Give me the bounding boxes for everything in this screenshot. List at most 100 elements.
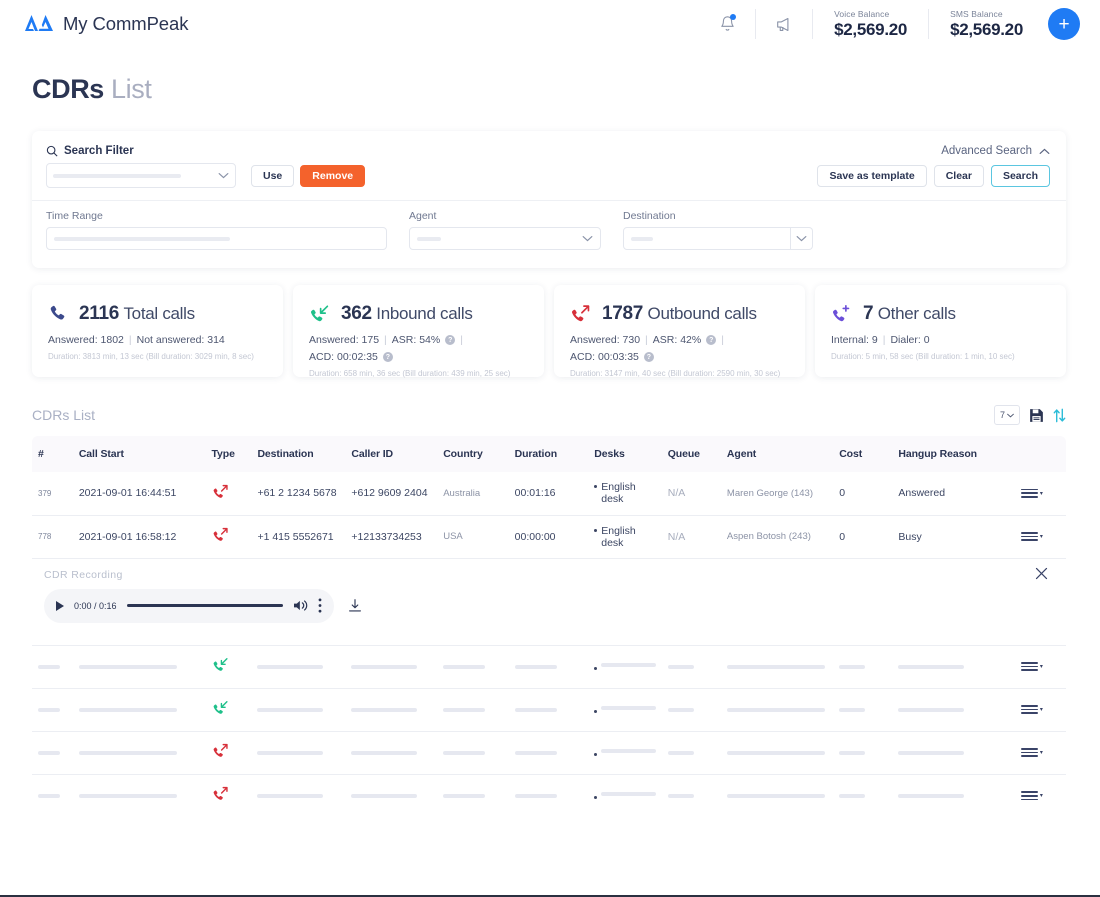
row-actions: ▾: [1015, 774, 1066, 817]
row-actions-menu-button[interactable]: ▾: [1020, 791, 1060, 801]
cdrs-table-container: # Call Start Type Destination Caller ID …: [32, 436, 1066, 817]
col-duration[interactable]: Duration: [509, 436, 589, 472]
row-call-start: 2021-09-01 16:58:12: [78, 530, 177, 543]
advanced-search-label: Advanced Search: [941, 145, 1032, 157]
outbound-call-icon: [213, 743, 228, 757]
row-actions-menu-button[interactable]: ▾: [1020, 531, 1060, 542]
row-actions-menu-button[interactable]: ▾: [1020, 661, 1060, 672]
hamburger-icon: [1020, 704, 1038, 715]
brand-logo-area[interactable]: My CommPeak: [24, 13, 188, 35]
col-index[interactable]: #: [32, 436, 73, 472]
stat-metrics: Answered: 1802 | Not answered: 314: [48, 334, 271, 346]
row-actions-menu-button[interactable]: ▾: [1020, 747, 1060, 758]
hamburger-icon: [1020, 747, 1038, 758]
table-tools: 7: [994, 405, 1066, 425]
audio-player[interactable]: 0:00 / 0:16: [44, 588, 334, 623]
cdr-recording-row: CDR Recording 0:00 / 0:16: [32, 558, 1066, 645]
row-hangup-reason: [892, 688, 1014, 731]
col-caller-id[interactable]: Caller ID: [345, 436, 437, 472]
metric-separator: |: [645, 334, 648, 346]
search-icon: [46, 145, 58, 157]
asr-help-icon[interactable]: ?: [445, 335, 456, 345]
notifications-button[interactable]: [707, 7, 747, 41]
row-actions: ▾: [1015, 472, 1066, 515]
use-template-button[interactable]: Use: [251, 164, 295, 187]
outbound-call-icon: [213, 484, 228, 498]
col-type[interactable]: Type: [206, 436, 252, 472]
agent-select[interactable]: [409, 227, 601, 250]
row-type: [206, 645, 252, 688]
more-vertical-icon[interactable]: [318, 598, 322, 613]
row-call-start: [73, 731, 206, 774]
row-cost: [833, 731, 892, 774]
template-select[interactable]: [46, 163, 236, 188]
row-duration: [509, 731, 589, 774]
time-range-input[interactable]: [46, 227, 387, 250]
caret-down-icon: ▾: [1039, 793, 1043, 800]
col-actions: [1015, 436, 1066, 472]
stat-metrics: Answered: 175 | ASR: 54% ? | ACD: 00:02:…: [309, 334, 532, 363]
add-funds-button[interactable]: +: [1048, 8, 1080, 40]
save-view-button[interactable]: [1029, 408, 1044, 423]
table-row-loading: ▾: [32, 774, 1066, 817]
row-actions-menu-button[interactable]: ▾: [1020, 704, 1060, 715]
col-agent[interactable]: Agent: [721, 436, 833, 472]
col-cost[interactable]: Cost: [833, 436, 892, 472]
acd-help-icon[interactable]: ?: [382, 352, 393, 362]
destination-input[interactable]: [623, 227, 791, 250]
search-filter-fields-row: Time Range Agent Destination: [32, 201, 1066, 250]
search-filter-header: Search Filter Advanced Search: [32, 131, 1066, 157]
col-country[interactable]: Country: [437, 436, 508, 472]
row-call-start: [73, 774, 206, 817]
row-desk-name: English desk: [601, 524, 636, 549]
audio-progress-bar[interactable]: [126, 604, 283, 607]
remove-template-button[interactable]: Remove: [300, 164, 366, 187]
row-hangup-reason: [892, 645, 1014, 688]
row-country: Australia: [443, 487, 481, 499]
col-destination[interactable]: Destination: [251, 436, 345, 472]
row-actions-menu-button[interactable]: ▾: [1020, 488, 1060, 498]
metric-separator: |: [128, 334, 132, 346]
row-destination: [251, 645, 345, 688]
close-recording-button[interactable]: [1035, 567, 1048, 583]
announcements-button[interactable]: [764, 7, 804, 41]
metric-separator: |: [460, 334, 463, 346]
row-agent: Aspen Botosh (243): [726, 531, 811, 542]
advanced-search-toggle[interactable]: Advanced Search: [941, 145, 1050, 157]
col-desks[interactable]: Desks: [588, 436, 661, 472]
sms-balance-block[interactable]: SMS Balance $2,569.20: [937, 9, 1036, 40]
header-divider-1: [755, 9, 757, 39]
download-icon[interactable]: [348, 598, 362, 613]
stat-metric: ASR: 54%: [391, 334, 441, 346]
stat-metric: ASR: 42%: [652, 334, 702, 346]
col-hangup-reason[interactable]: Hangup Reason: [892, 436, 1014, 472]
row-country: [437, 731, 508, 774]
asr-help-icon[interactable]: ?: [706, 335, 717, 345]
row-actions: ▾: [1015, 731, 1066, 774]
destination-dropdown-button[interactable]: [791, 227, 813, 250]
row-caller-id: [345, 688, 437, 731]
save-as-template-button[interactable]: Save as template: [817, 164, 927, 187]
clear-button[interactable]: Clear: [933, 164, 984, 187]
stat-header: 7 Other calls: [831, 303, 1054, 325]
col-call-start[interactable]: Call Start: [73, 436, 206, 472]
cdr-recording-cell: CDR Recording 0:00 / 0:16: [32, 558, 1066, 645]
cdrs-list-header: CDRs List 7: [32, 400, 1066, 430]
sort-columns-button[interactable]: [1053, 408, 1066, 423]
acd-help-icon[interactable]: ?: [643, 352, 654, 362]
table-row[interactable]: 778 2021-09-01 16:58:12 +1 415 5552671 +…: [32, 515, 1066, 558]
agent-value: [417, 236, 441, 241]
row-actions: ▾: [1015, 645, 1066, 688]
row-agent: [721, 645, 833, 688]
volume-icon[interactable]: [293, 599, 308, 612]
rows-per-page-select[interactable]: 7: [994, 405, 1020, 425]
stat-count: 362: [341, 303, 372, 324]
search-button[interactable]: Search: [990, 164, 1050, 187]
col-queue[interactable]: Queue: [662, 436, 721, 472]
voice-balance-block[interactable]: Voice Balance $2,569.20: [821, 9, 920, 40]
table-row[interactable]: 379 2021-09-01 16:44:51 +61 2 1234 5678 …: [32, 472, 1066, 515]
row-call-start: 2021-09-01 16:44:51: [78, 487, 177, 500]
play-icon[interactable]: [56, 600, 64, 611]
rows-per-page-value: 7: [999, 410, 1005, 420]
chevron-down-icon: [218, 173, 229, 179]
